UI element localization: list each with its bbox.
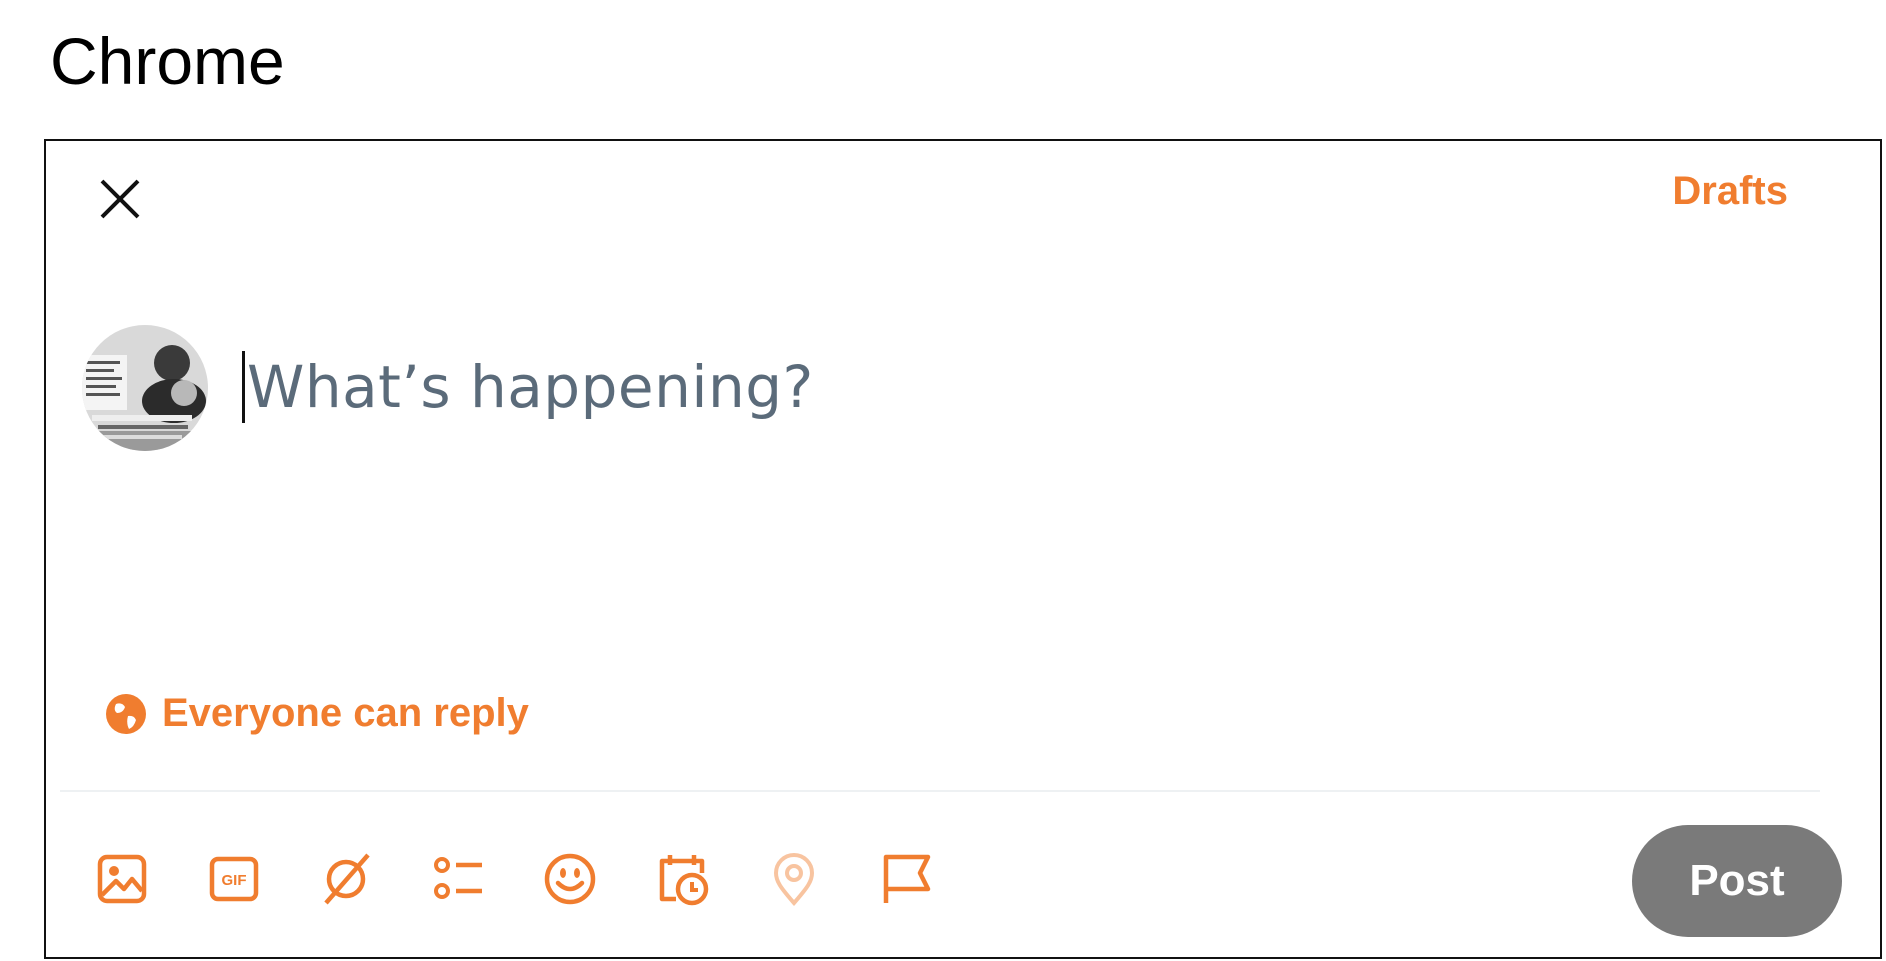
close-button[interactable]: [92, 171, 148, 227]
gif-icon-text: GIF: [222, 872, 247, 889]
image-icon: [97, 854, 147, 904]
app-window-label: Chrome: [50, 24, 285, 98]
avatar-image: [82, 325, 208, 451]
reply-setting-label: Everyone can reply: [162, 691, 529, 735]
location-button[interactable]: [764, 849, 824, 909]
close-icon: [100, 179, 140, 219]
schedule-icon: [659, 855, 709, 906]
grok-icon: [324, 853, 370, 905]
gif-icon: GIF: [209, 856, 259, 902]
text-caret: [242, 351, 245, 423]
grok-button[interactable]: [316, 849, 376, 909]
schedule-button[interactable]: [652, 849, 712, 909]
location-icon: [773, 853, 815, 907]
flag-icon: [883, 854, 931, 903]
globe-icon: [106, 693, 146, 734]
avatar[interactable]: [82, 325, 208, 451]
drafts-button[interactable]: Drafts: [1672, 169, 1788, 214]
media-button[interactable]: [92, 849, 152, 909]
divider: [60, 790, 1820, 792]
gif-button[interactable]: GIF: [204, 849, 264, 909]
emoji-button[interactable]: [540, 849, 600, 909]
compose-toolbar: GIF: [92, 849, 988, 909]
emoji-icon: [544, 853, 596, 905]
compose-post-dialog: Drafts What’s happening? Everyone can re…: [44, 139, 1882, 959]
flag-button[interactable]: [876, 849, 936, 909]
poll-icon: [434, 857, 482, 899]
reply-setting-button[interactable]: Everyone can reply: [104, 691, 529, 736]
compose-placeholder: What’s happening?: [247, 353, 814, 421]
post-button[interactable]: Post: [1632, 825, 1842, 937]
compose-text-input[interactable]: What’s happening?: [242, 347, 1742, 427]
poll-button[interactable]: [428, 849, 488, 909]
